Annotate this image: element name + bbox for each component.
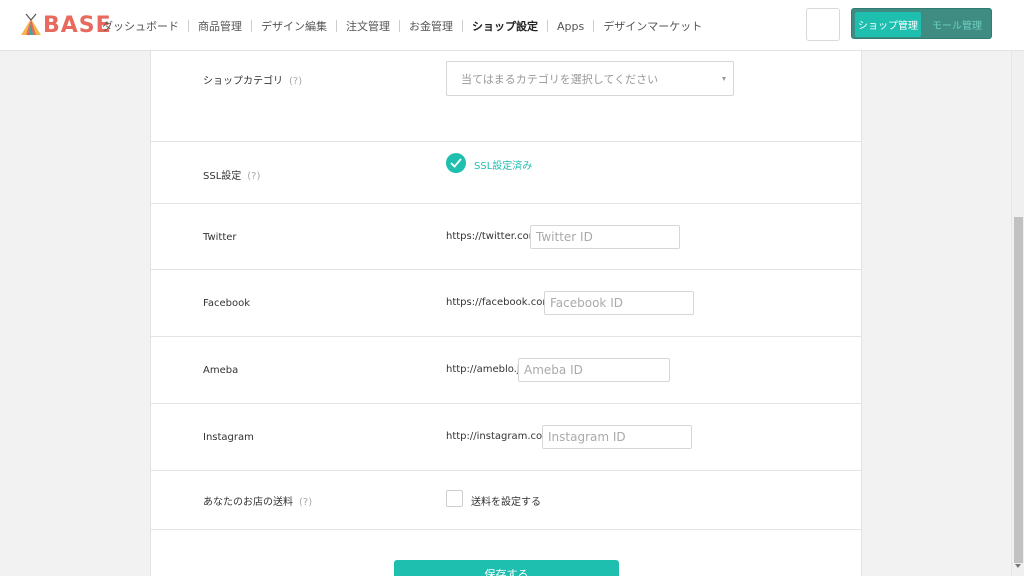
ameba-url-prefix: http://ameblo.jp/ — [446, 364, 530, 375]
ameba-label: Ameba — [203, 365, 239, 376]
nav-divider — [336, 20, 337, 32]
shop-mall-toggle: ショップ管理 モール管理 — [851, 8, 992, 39]
nav-shop-settings[interactable]: ショップ設定 — [472, 18, 538, 34]
ssl-status: SSL設定済み — [474, 161, 533, 172]
shop-category-row: ショップカテゴリ (?) 当てはまるカテゴリを選択してください — [151, 51, 861, 142]
facebook-url-prefix: https://facebook.com/ — [446, 297, 556, 308]
save-button[interactable]: 保存する — [394, 560, 619, 576]
nav-apps[interactable]: Apps — [557, 20, 584, 33]
ameba-row: Ameba http://ameblo.jp/ Ameba ID — [151, 337, 861, 404]
facebook-id-input[interactable]: Facebook ID — [544, 291, 694, 315]
shop-category-select[interactable]: 当てはまるカテゴリを選択してください — [446, 61, 734, 96]
shipping-checkbox-label[interactable]: 送料を設定する — [471, 493, 541, 508]
check-circle-icon — [446, 153, 466, 173]
notification-button[interactable] — [806, 8, 840, 41]
nav-dashboard[interactable]: ダッシュボード — [102, 18, 179, 34]
chevron-down-icon — [722, 77, 726, 81]
shop-category-label: ショップカテゴリ (?) — [203, 76, 303, 87]
shop-category-placeholder: 当てはまるカテゴリを選択してください — [461, 72, 659, 86]
ameba-id-input[interactable]: Ameba ID — [518, 358, 670, 382]
nav-products[interactable]: 商品管理 — [198, 18, 242, 34]
nav-money[interactable]: お金管理 — [409, 18, 453, 34]
ssl-label: SSL設定 (?) — [203, 171, 261, 182]
help-icon[interactable]: (?) — [247, 171, 260, 182]
twitter-id-input[interactable]: Twitter ID — [530, 225, 680, 249]
shipping-row: あなたのお店の送料 (?) 送料を設定する — [151, 471, 861, 530]
nav-design-market[interactable]: デザインマーケット — [603, 18, 702, 34]
scrollbar-thumb[interactable] — [1014, 217, 1023, 563]
shop-settings-panel: ショップカテゴリ (?) 当てはまるカテゴリを選択してください SSL設定 (?) … — [150, 51, 862, 576]
nav-divider — [251, 20, 252, 32]
twitter-row: Twitter https://twitter.com/ Twitter ID — [151, 204, 861, 270]
page-scrollbar[interactable] — [1011, 51, 1024, 576]
base-logo[interactable]: BASE — [20, 11, 112, 39]
nav-divider — [188, 20, 189, 32]
shipping-checkbox[interactable] — [446, 490, 463, 507]
nav-divider — [462, 20, 463, 32]
help-icon[interactable]: (?) — [299, 497, 312, 508]
instagram-id-input[interactable]: Instagram ID — [542, 425, 692, 449]
main-nav: ダッシュボード 商品管理 デザイン編集 注文管理 お金管理 ショップ設定 App… — [102, 18, 702, 34]
scroll-down-arrow-icon[interactable] — [1015, 564, 1021, 568]
shipping-label: あなたのお店の送料 (?) — [203, 497, 313, 508]
nav-divider — [593, 20, 595, 32]
top-header: BASE ダッシュボード 商品管理 デザイン編集 注文管理 お金管理 ショップ設… — [0, 0, 1024, 51]
tent-logo-icon — [21, 13, 41, 35]
facebook-row: Facebook https://facebook.com/ Facebook … — [151, 270, 861, 337]
nav-design-edit[interactable]: デザイン編集 — [261, 18, 327, 34]
twitter-label: Twitter — [203, 232, 237, 243]
twitter-url-prefix: https://twitter.com/ — [446, 231, 542, 242]
ssl-row: SSL設定 (?) SSL設定済み — [151, 142, 861, 204]
shop-management-tab[interactable]: ショップ管理 — [855, 12, 921, 37]
instagram-url-prefix: http://instagram.com/ — [446, 431, 556, 442]
instagram-row: Instagram http://instagram.com/ Instagra… — [151, 404, 861, 471]
nav-divider — [399, 20, 400, 32]
facebook-label: Facebook — [203, 298, 250, 309]
nav-orders[interactable]: 注文管理 — [346, 18, 390, 34]
nav-divider — [547, 20, 548, 32]
help-icon[interactable]: (?) — [289, 76, 302, 87]
instagram-label: Instagram — [203, 432, 254, 443]
mall-management-tab[interactable]: モール管理 — [925, 12, 989, 37]
